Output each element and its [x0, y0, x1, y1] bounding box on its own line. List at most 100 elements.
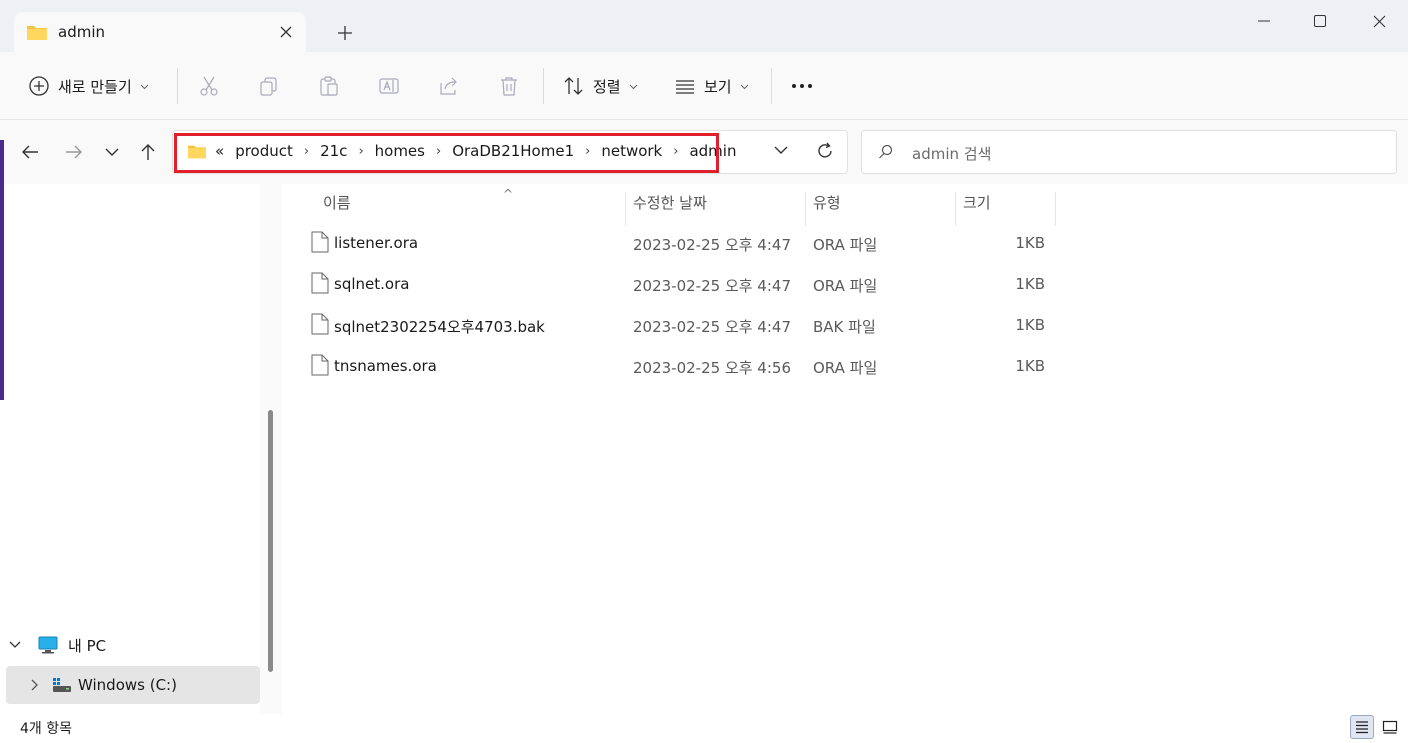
column-divider[interactable] [805, 192, 806, 226]
chevron-down-icon[interactable] [6, 641, 24, 649]
forward-arrow-icon[interactable] [62, 140, 86, 164]
tab-admin[interactable]: admin [14, 12, 306, 52]
file-size: 1KB [1015, 275, 1045, 293]
chevron-right-icon[interactable]: › [585, 144, 590, 159]
copy-icon[interactable] [258, 75, 280, 97]
column-header-date[interactable]: 수정한 날짜 [633, 192, 803, 226]
file-icon [311, 231, 329, 253]
column-header-size[interactable]: 크기 [963, 192, 1053, 226]
nav-item-drive-c[interactable]: Windows (C:) [6, 666, 260, 704]
address-bar[interactable]: « product › 21c › homes › OraDB21Home1 ›… [172, 130, 848, 174]
minimize-icon[interactable] [1241, 8, 1287, 34]
toolbar-divider [543, 68, 544, 104]
breadcrumb-network[interactable]: network [601, 142, 662, 160]
sort-button[interactable]: 정렬 [563, 72, 638, 100]
sort-label: 정렬 [593, 77, 621, 96]
title-bar: admin [0, 0, 1408, 52]
close-window-icon[interactable] [1356, 8, 1402, 34]
maximize-icon[interactable] [1297, 8, 1343, 34]
tiles-view-icon[interactable] [1378, 715, 1402, 739]
chevron-down-icon [140, 78, 149, 94]
close-tab-icon[interactable] [276, 22, 296, 42]
column-header-type[interactable]: 유형 [813, 192, 953, 226]
column-date-label: 수정한 날짜 [633, 194, 707, 212]
chevron-right-icon[interactable]: › [358, 144, 363, 159]
file-type: BAK 파일 [813, 318, 876, 336]
column-type-label: 유형 [813, 194, 841, 212]
address-row: « product › 21c › homes › OraDB21Home1 ›… [0, 120, 1408, 184]
nav-scrollbar-thumb[interactable] [268, 410, 273, 672]
recent-locations-icon[interactable] [100, 140, 124, 164]
file-row[interactable]: tnsnames.ora 2023-02-25 오후 4:56 ORA 파일 1… [307, 347, 1057, 387]
file-type: ORA 파일 [813, 359, 878, 377]
file-icon [311, 313, 329, 335]
rename-icon[interactable] [378, 75, 400, 97]
breadcrumb-product[interactable]: product [235, 142, 293, 160]
view-list-icon [674, 75, 696, 97]
file-size: 1KB [1015, 357, 1045, 375]
new-button[interactable]: 새로 만들기 [28, 72, 149, 100]
computer-icon [38, 636, 58, 654]
file-row[interactable]: sqlnet2302254오후4703.bak 2023-02-25 오후 4:… [307, 306, 1057, 346]
share-icon[interactable] [438, 75, 460, 97]
chevron-down-icon [740, 78, 749, 94]
breadcrumb-admin[interactable]: admin [689, 142, 736, 160]
breadcrumb-21c[interactable]: 21c [320, 142, 347, 160]
cut-icon[interactable] [198, 75, 220, 97]
search-input[interactable]: admin 검색 [861, 130, 1397, 174]
file-type: ORA 파일 [813, 236, 878, 254]
nav-item-label: Windows (C:) [78, 676, 177, 694]
column-name-label: 이름 [323, 194, 351, 212]
file-icon [311, 272, 329, 294]
new-button-label: 새로 만들기 [58, 77, 132, 96]
sort-icon [563, 75, 585, 97]
file-date: 2023-02-25 오후 4:47 [633, 236, 791, 254]
file-date: 2023-02-25 오후 4:56 [633, 359, 791, 377]
chevron-right-icon[interactable]: › [436, 144, 441, 159]
file-row[interactable]: sqlnet.ora 2023-02-25 오후 4:47 ORA 파일 1KB [307, 265, 1057, 305]
new-tab-icon[interactable] [334, 22, 356, 44]
back-arrow-icon[interactable] [18, 140, 42, 164]
view-label: 보기 [704, 77, 732, 96]
nav-item-this-pc[interactable]: 내 PC [6, 626, 260, 664]
chevron-down-icon [629, 78, 638, 94]
search-placeholder: admin 검색 [912, 145, 992, 163]
item-count: 4개 항목 [20, 721, 72, 737]
address-history-dropdown-icon[interactable] [773, 143, 793, 163]
file-size: 1KB [1015, 234, 1045, 252]
refresh-icon[interactable] [815, 141, 837, 163]
tab-title: admin [58, 23, 105, 41]
chevron-right-icon[interactable]: › [304, 144, 309, 159]
file-row[interactable]: listener.ora 2023-02-25 오후 4:47 ORA 파일 1… [307, 224, 1057, 264]
column-divider[interactable] [955, 192, 956, 226]
chevron-right-icon[interactable]: › [673, 144, 678, 159]
sort-ascending-icon: ^ [503, 187, 514, 201]
chevron-right-icon[interactable] [26, 679, 44, 691]
column-header-name[interactable]: 이름 ^ [323, 187, 623, 226]
column-size-label: 크기 [963, 194, 991, 212]
up-arrow-icon[interactable] [136, 140, 160, 164]
view-button[interactable]: 보기 [674, 72, 749, 100]
folder-icon [187, 142, 207, 160]
file-date: 2023-02-25 오후 4:47 [633, 318, 791, 336]
more-options-button[interactable] [790, 72, 814, 100]
breadcrumb: « product › 21c › homes › OraDB21Home1 ›… [187, 142, 736, 160]
breadcrumb-overflow[interactable]: « [215, 142, 224, 160]
column-divider[interactable] [625, 192, 626, 226]
toolbar-divider [177, 68, 178, 104]
toolbar-divider [771, 68, 772, 104]
file-name: sqlnet2302254오후4703.bak [334, 318, 545, 336]
status-bar: 4개 항목 [0, 714, 1408, 743]
navigation-pane: 내 PC Windows (C:) [0, 184, 282, 714]
file-name: sqlnet.ora [334, 275, 410, 293]
breadcrumb-oradb21home1[interactable]: OraDB21Home1 [452, 142, 574, 160]
details-view-icon[interactable] [1350, 715, 1374, 739]
file-type: ORA 파일 [813, 277, 878, 295]
background-window-edge [0, 140, 4, 400]
column-divider[interactable] [1055, 192, 1056, 226]
delete-icon[interactable] [498, 75, 520, 97]
search-icon [878, 144, 894, 160]
file-size: 1KB [1015, 316, 1045, 334]
paste-icon[interactable] [318, 75, 340, 97]
breadcrumb-homes[interactable]: homes [375, 142, 425, 160]
